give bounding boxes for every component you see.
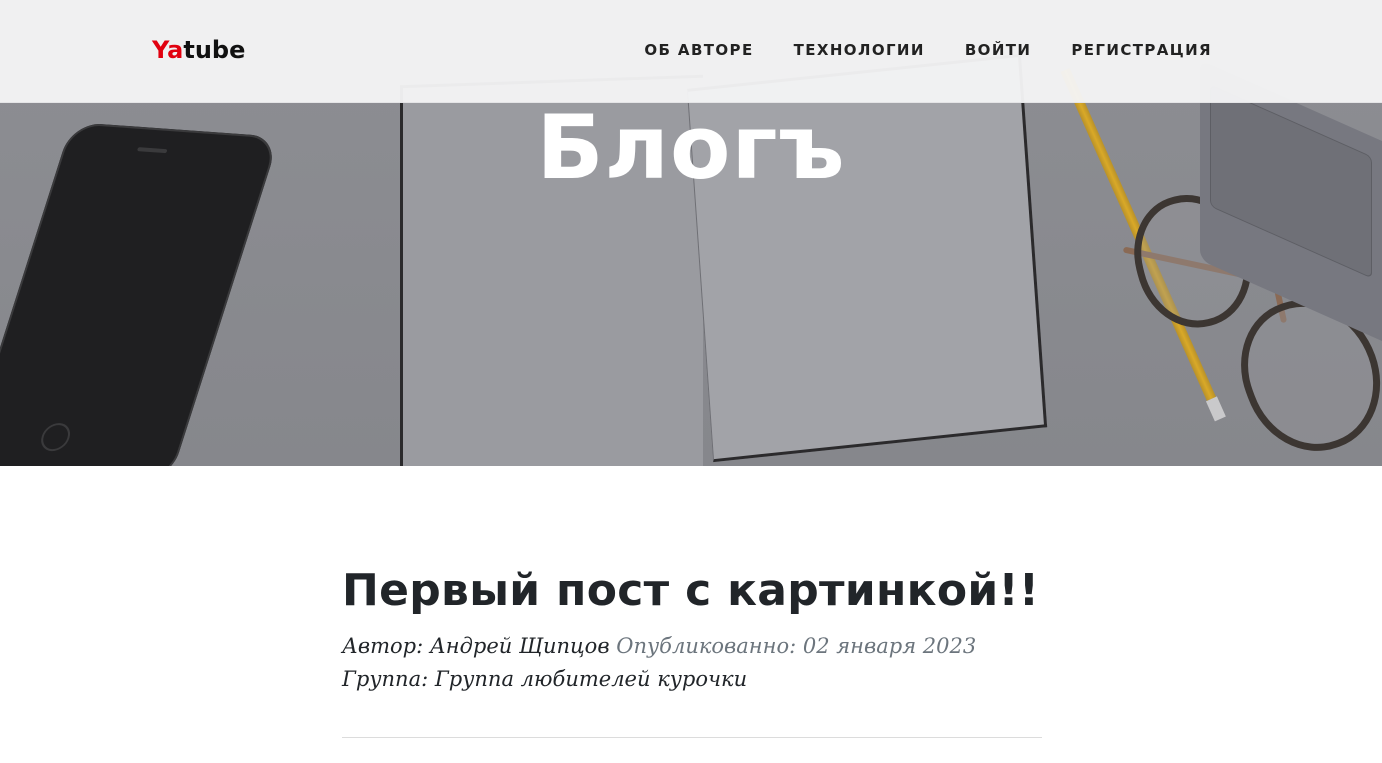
nav-link-signup[interactable]: РЕГИСТРАЦИЯ bbox=[1071, 41, 1212, 59]
nav-link-technologies[interactable]: ТЕХНОЛОГИИ bbox=[794, 41, 925, 59]
brand-suffix: tube bbox=[183, 36, 246, 64]
top-navbar: Yatube ОБ АВТОРЕ ТЕХНОЛОГИИ ВОЙТИ РЕГИСТ… bbox=[0, 0, 1382, 103]
published-date: 02 января 2023 bbox=[802, 634, 977, 658]
brand-prefix: Ya bbox=[152, 36, 184, 64]
post-preview: Первый пост с картинкой!! Автор: Андрей … bbox=[342, 556, 1042, 696]
nav-link-login[interactable]: ВОЙТИ bbox=[965, 41, 1032, 59]
post-title[interactable]: Первый пост с картинкой!! bbox=[342, 556, 1042, 626]
published-label: Опубликованно: bbox=[616, 634, 797, 658]
nav-item-tech: ТЕХНОЛОГИИ bbox=[794, 38, 925, 62]
nav-link-about-author[interactable]: ОБ АВТОРЕ bbox=[644, 41, 753, 59]
author-label: Автор: bbox=[342, 634, 424, 658]
nav-item-about: ОБ АВТОРЕ bbox=[644, 38, 753, 62]
brand-logo-link[interactable]: Yatube bbox=[152, 34, 245, 66]
post-meta: Автор: Андрей Щипцов Опубликованно: 02 я… bbox=[342, 630, 1042, 696]
group-label: Группа: bbox=[342, 667, 429, 691]
group-name[interactable]: Группа любителей курочки bbox=[435, 667, 747, 691]
nav-item-signup: РЕГИСТРАЦИЯ bbox=[1071, 38, 1212, 62]
nav-item-login: ВОЙТИ bbox=[965, 38, 1032, 62]
author-name[interactable]: Андрей Щипцов bbox=[430, 634, 610, 658]
post-divider bbox=[342, 737, 1042, 738]
hero-title: Блогъ bbox=[536, 96, 846, 199]
nav-menu: ОБ АВТОРЕ ТЕХНОЛОГИИ ВОЙТИ РЕГИСТРАЦИЯ bbox=[604, 38, 1212, 62]
